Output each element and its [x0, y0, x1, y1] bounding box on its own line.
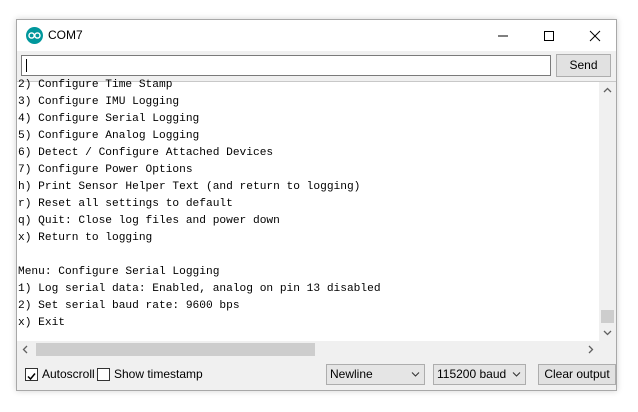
close-icon — [589, 30, 601, 42]
title-bar[interactable]: COM7 — [17, 20, 616, 51]
close-button[interactable] — [572, 20, 616, 51]
maximize-icon — [544, 31, 554, 41]
autoscroll-checkbox[interactable] — [25, 368, 38, 381]
autoscroll-label[interactable]: Autoscroll — [42, 367, 95, 381]
output-line: q) Quit: Close log files and power down — [18, 215, 280, 227]
output-line: x) Exit — [18, 317, 65, 329]
scrollbar-corner — [599, 341, 616, 358]
serial-monitor-window: COM7 Send 2) Configure Time Stamp 3) Conf… — [16, 19, 617, 391]
scroll-up-button[interactable] — [599, 82, 616, 99]
chevron-down-icon — [411, 372, 420, 377]
chevron-right-icon — [588, 345, 594, 354]
output-line: 5) Configure Analog Logging — [18, 130, 200, 142]
send-button[interactable]: Send — [556, 54, 611, 77]
checkmark-icon — [27, 373, 36, 381]
chevron-down-icon — [603, 330, 612, 336]
show-timestamp-label[interactable]: Show timestamp — [114, 367, 203, 381]
output-line: x) Return to logging — [18, 232, 153, 244]
maximize-button[interactable] — [526, 20, 572, 51]
chevron-up-icon — [603, 87, 612, 93]
scroll-left-button[interactable] — [17, 341, 34, 358]
horizontal-scroll-thumb[interactable] — [36, 343, 315, 356]
scroll-down-button[interactable] — [599, 324, 616, 341]
baud-rate-value: 115200 baud — [437, 367, 507, 381]
text-caret — [26, 59, 27, 72]
chevron-down-icon — [512, 372, 521, 377]
output-line: Menu: Configure Serial Logging — [18, 266, 220, 278]
status-bar: Autoscroll Show timestamp Newline 115200… — [17, 357, 616, 390]
minimize-icon — [498, 35, 508, 37]
scroll-right-button[interactable] — [582, 341, 599, 358]
output-line: 6) Detect / Configure Attached Devices — [18, 147, 274, 159]
arduino-icon — [26, 27, 43, 44]
output-line: 1) Log serial data: Enabled, analog on p… — [18, 283, 381, 295]
show-timestamp-checkbox[interactable] — [97, 368, 110, 381]
vertical-scrollbar[interactable] — [599, 82, 616, 341]
baud-rate-select[interactable]: 115200 baud — [433, 364, 526, 385]
chevron-left-icon — [22, 345, 28, 354]
line-ending-value: Newline — [330, 367, 373, 381]
output-line: h) Print Sensor Helper Text (and return … — [18, 181, 361, 193]
serial-output-area[interactable]: 2) Configure Time Stamp 3) Configure IMU … — [17, 79, 616, 358]
clear-output-button[interactable]: Clear output — [538, 364, 616, 385]
output-line: 3) Configure IMU Logging — [18, 96, 180, 108]
output-line: 2) Set serial baud rate: 9600 bps — [18, 300, 240, 312]
send-input[interactable] — [21, 55, 551, 76]
vertical-scroll-thumb[interactable] — [601, 310, 614, 323]
horizontal-scrollbar[interactable] — [17, 341, 599, 358]
serial-output-text: 2) Configure Time Stamp 3) Configure IMU … — [18, 77, 598, 338]
window-title: COM7 — [48, 28, 83, 42]
output-line: 7) Configure Power Options — [18, 164, 193, 176]
output-line: r) Reset all settings to default — [18, 198, 233, 210]
output-line: 4) Configure Serial Logging — [18, 113, 200, 125]
output-line: 2) Configure Time Stamp — [18, 79, 173, 91]
minimize-button[interactable] — [480, 20, 526, 51]
line-ending-select[interactable]: Newline — [326, 364, 425, 385]
